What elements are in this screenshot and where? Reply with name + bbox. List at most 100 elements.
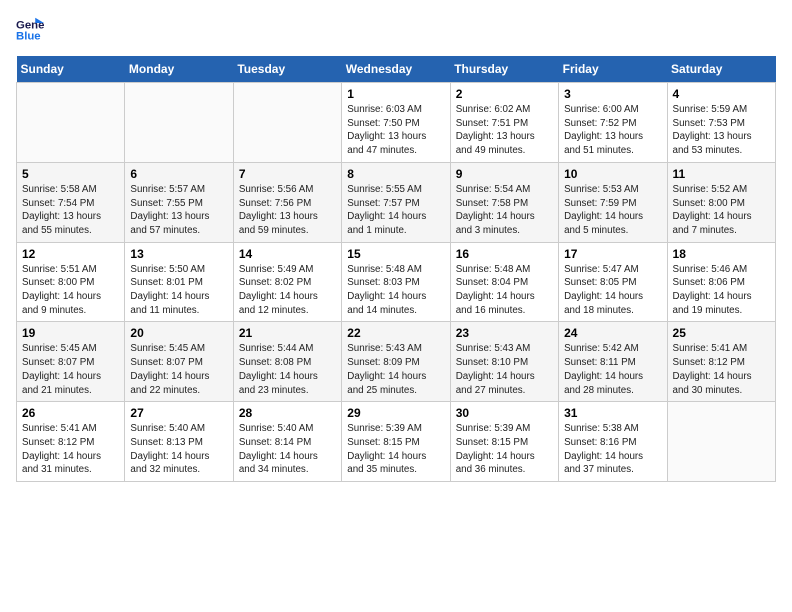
- day-info: Sunrise: 5:39 AM Sunset: 8:15 PM Dayligh…: [347, 422, 444, 477]
- day-info: Sunrise: 5:45 AM Sunset: 8:07 PM Dayligh…: [130, 342, 227, 397]
- logo: General Blue: [16, 16, 48, 44]
- day-number: 1: [347, 87, 444, 101]
- header: General Blue: [16, 16, 776, 44]
- day-info: Sunrise: 6:03 AM Sunset: 7:50 PM Dayligh…: [347, 103, 444, 158]
- calendar-cell: 25 Sunrise: 5:41 AM Sunset: 8:12 PM Dayli…: [667, 322, 775, 402]
- day-header-wednesday: Wednesday: [342, 56, 450, 83]
- day-info: Sunrise: 5:44 AM Sunset: 8:08 PM Dayligh…: [239, 342, 336, 397]
- day-number: 19: [22, 326, 119, 340]
- day-info: Sunrise: 5:40 AM Sunset: 8:14 PM Dayligh…: [239, 422, 336, 477]
- day-number: 29: [347, 406, 444, 420]
- calendar-cell: 28 Sunrise: 5:40 AM Sunset: 8:14 PM Dayli…: [233, 402, 341, 482]
- day-number: 25: [673, 326, 770, 340]
- day-info: Sunrise: 5:45 AM Sunset: 8:07 PM Dayligh…: [22, 342, 119, 397]
- day-info: Sunrise: 5:41 AM Sunset: 8:12 PM Dayligh…: [673, 342, 770, 397]
- calendar-cell: 16Sunrise: 5:48 AM Sunset: 8:04 PM Dayli…: [450, 242, 558, 322]
- day-number: 14: [239, 247, 336, 261]
- calendar-cell: 29 Sunrise: 5:39 AM Sunset: 8:15 PM Dayli…: [342, 402, 450, 482]
- day-number: 10: [564, 167, 661, 181]
- logo-icon: General Blue: [16, 16, 44, 44]
- calendar-cell: 24 Sunrise: 5:42 AM Sunset: 8:11 PM Dayli…: [559, 322, 667, 402]
- day-info: Sunrise: 5:59 AM Sunset: 7:53 PM Dayligh…: [673, 103, 770, 158]
- calendar-table: SundayMondayTuesdayWednesdayThursdayFrid…: [16, 56, 776, 482]
- day-info: Sunrise: 5:52 AM Sunset: 8:00 PM Dayligh…: [673, 183, 770, 238]
- calendar-cell: 2 Sunrise: 6:02 AM Sunset: 7:51 PM Daylig…: [450, 83, 558, 163]
- day-number: 15: [347, 247, 444, 261]
- calendar-cell: 31 Sunrise: 5:38 AM Sunset: 8:16 PM Dayli…: [559, 402, 667, 482]
- calendar-cell: [125, 83, 233, 163]
- calendar-cell: 15 Sunrise: 5:48 AM Sunset: 8:03 PM Dayli…: [342, 242, 450, 322]
- day-header-tuesday: Tuesday: [233, 56, 341, 83]
- day-number: 5: [22, 167, 119, 181]
- day-info: Sunrise: 6:00 AM Sunset: 7:52 PM Dayligh…: [564, 103, 661, 158]
- calendar-cell: 1 Sunrise: 6:03 AM Sunset: 7:50 PM Daylig…: [342, 83, 450, 163]
- calendar-cell: 14Sunrise: 5:49 AM Sunset: 8:02 PM Dayli…: [233, 242, 341, 322]
- day-info: Sunrise: 6:02 AM Sunset: 7:51 PM Dayligh…: [456, 103, 553, 158]
- day-number: 24: [564, 326, 661, 340]
- day-number: 6: [130, 167, 227, 181]
- calendar-cell: 27 Sunrise: 5:40 AM Sunset: 8:13 PM Dayli…: [125, 402, 233, 482]
- day-number: 12: [22, 247, 119, 261]
- calendar-cell: [233, 83, 341, 163]
- calendar-week-4: 19 Sunrise: 5:45 AM Sunset: 8:07 PM Dayli…: [17, 322, 776, 402]
- day-info: Sunrise: 5:57 AM Sunset: 7:55 PM Dayligh…: [130, 183, 227, 238]
- day-info: Sunrise: 5:43 AM Sunset: 8:09 PM Dayligh…: [347, 342, 444, 397]
- day-info: Sunrise: 5:41 AM Sunset: 8:12 PM Dayligh…: [22, 422, 119, 477]
- calendar-cell: 23Sunrise: 5:43 AM Sunset: 8:10 PM Dayli…: [450, 322, 558, 402]
- calendar-week-5: 26 Sunrise: 5:41 AM Sunset: 8:12 PM Dayli…: [17, 402, 776, 482]
- calendar-cell: 21 Sunrise: 5:44 AM Sunset: 8:08 PM Dayli…: [233, 322, 341, 402]
- day-number: 22: [347, 326, 444, 340]
- calendar-cell: 12 Sunrise: 5:51 AM Sunset: 8:00 PM Dayli…: [17, 242, 125, 322]
- calendar-cell: 7Sunrise: 5:56 AM Sunset: 7:56 PM Daylig…: [233, 162, 341, 242]
- day-number: 2: [456, 87, 553, 101]
- day-number: 17: [564, 247, 661, 261]
- calendar-cell: [667, 402, 775, 482]
- day-info: Sunrise: 5:42 AM Sunset: 8:11 PM Dayligh…: [564, 342, 661, 397]
- day-number: 28: [239, 406, 336, 420]
- day-info: Sunrise: 5:46 AM Sunset: 8:06 PM Dayligh…: [673, 263, 770, 318]
- day-number: 21: [239, 326, 336, 340]
- calendar-cell: 30 Sunrise: 5:39 AM Sunset: 8:15 PM Dayli…: [450, 402, 558, 482]
- day-info: Sunrise: 5:54 AM Sunset: 7:58 PM Dayligh…: [456, 183, 553, 238]
- day-info: Sunrise: 5:51 AM Sunset: 8:00 PM Dayligh…: [22, 263, 119, 318]
- day-number: 27: [130, 406, 227, 420]
- day-info: Sunrise: 5:48 AM Sunset: 8:04 PM Dayligh…: [456, 263, 553, 318]
- calendar-cell: 11Sunrise: 5:52 AM Sunset: 8:00 PM Dayli…: [667, 162, 775, 242]
- day-info: Sunrise: 5:53 AM Sunset: 7:59 PM Dayligh…: [564, 183, 661, 238]
- day-info: Sunrise: 5:55 AM Sunset: 7:57 PM Dayligh…: [347, 183, 444, 238]
- day-number: 26: [22, 406, 119, 420]
- calendar-cell: 13Sunrise: 5:50 AM Sunset: 8:01 PM Dayli…: [125, 242, 233, 322]
- calendar-cell: [17, 83, 125, 163]
- calendar-week-1: 1 Sunrise: 6:03 AM Sunset: 7:50 PM Daylig…: [17, 83, 776, 163]
- day-header-friday: Friday: [559, 56, 667, 83]
- day-info: Sunrise: 5:48 AM Sunset: 8:03 PM Dayligh…: [347, 263, 444, 318]
- calendar-cell: 9 Sunrise: 5:54 AM Sunset: 7:58 PM Daylig…: [450, 162, 558, 242]
- calendar-cell: 3 Sunrise: 6:00 AM Sunset: 7:52 PM Daylig…: [559, 83, 667, 163]
- day-info: Sunrise: 5:39 AM Sunset: 8:15 PM Dayligh…: [456, 422, 553, 477]
- calendar-cell: 20 Sunrise: 5:45 AM Sunset: 8:07 PM Dayli…: [125, 322, 233, 402]
- day-info: Sunrise: 5:40 AM Sunset: 8:13 PM Dayligh…: [130, 422, 227, 477]
- day-number: 3: [564, 87, 661, 101]
- day-info: Sunrise: 5:38 AM Sunset: 8:16 PM Dayligh…: [564, 422, 661, 477]
- day-header-thursday: Thursday: [450, 56, 558, 83]
- calendar-cell: 8 Sunrise: 5:55 AM Sunset: 7:57 PM Daylig…: [342, 162, 450, 242]
- calendar-cell: 5 Sunrise: 5:58 AM Sunset: 7:54 PM Daylig…: [17, 162, 125, 242]
- calendar-cell: 17Sunrise: 5:47 AM Sunset: 8:05 PM Dayli…: [559, 242, 667, 322]
- day-info: Sunrise: 5:50 AM Sunset: 8:01 PM Dayligh…: [130, 263, 227, 318]
- day-number: 20: [130, 326, 227, 340]
- calendar-cell: 18Sunrise: 5:46 AM Sunset: 8:06 PM Dayli…: [667, 242, 775, 322]
- day-info: Sunrise: 5:58 AM Sunset: 7:54 PM Dayligh…: [22, 183, 119, 238]
- calendar-cell: 10 Sunrise: 5:53 AM Sunset: 7:59 PM Dayli…: [559, 162, 667, 242]
- day-number: 7: [239, 167, 336, 181]
- svg-text:Blue: Blue: [16, 31, 41, 43]
- day-number: 9: [456, 167, 553, 181]
- calendar-cell: 26 Sunrise: 5:41 AM Sunset: 8:12 PM Dayli…: [17, 402, 125, 482]
- calendar-cell: 22 Sunrise: 5:43 AM Sunset: 8:09 PM Dayli…: [342, 322, 450, 402]
- day-header-monday: Monday: [125, 56, 233, 83]
- calendar-week-3: 12 Sunrise: 5:51 AM Sunset: 8:00 PM Dayli…: [17, 242, 776, 322]
- day-number: 31: [564, 406, 661, 420]
- day-number: 8: [347, 167, 444, 181]
- day-number: 30: [456, 406, 553, 420]
- day-info: Sunrise: 5:43 AM Sunset: 8:10 PM Dayligh…: [456, 342, 553, 397]
- calendar-cell: 4Sunrise: 5:59 AM Sunset: 7:53 PM Daylig…: [667, 83, 775, 163]
